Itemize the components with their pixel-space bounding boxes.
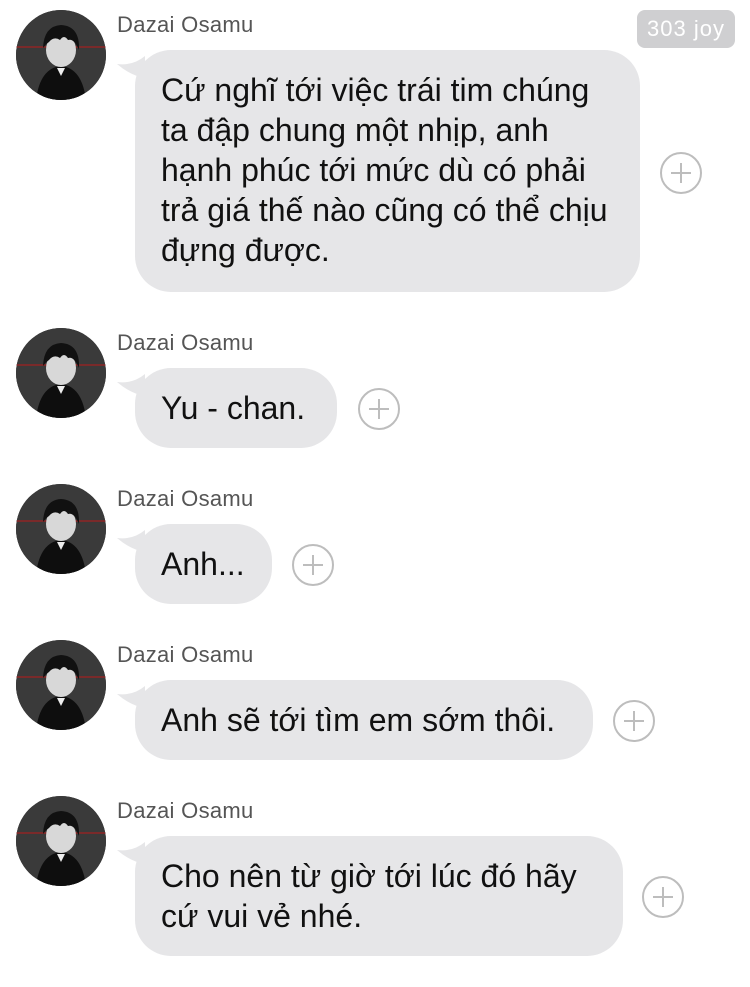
message-text: Anh... [161, 546, 245, 582]
chat-screen: 303 joy Dazai Osamu Cứ nghĩ tới việc trá… [0, 0, 750, 987]
bubble-tail-icon [117, 530, 145, 552]
message-bubble[interactable]: Yu - chan. [117, 368, 337, 448]
add-reaction-button[interactable] [642, 876, 684, 918]
bubble-tail-icon [117, 56, 145, 78]
message-bubble[interactable]: Cho nên từ giờ tới lúc đó hãy cứ vui vẻ … [117, 836, 623, 956]
message-bubble[interactable]: Anh... [117, 524, 272, 604]
sender-name: Dazai Osamu [117, 12, 254, 37]
message-text: Yu - chan. [161, 390, 306, 426]
avatar-icon [16, 796, 106, 886]
message-bubble[interactable]: Anh sẽ tới tìm em sớm thôi. [117, 680, 593, 760]
avatar[interactable] [16, 328, 106, 418]
message-text: Cho nên từ giờ tới lúc đó hãy cứ vui vẻ … [161, 858, 577, 934]
message-text: Cứ nghĩ tới việc trái tim chúng ta đập c… [161, 72, 608, 268]
bubble-tail-icon [117, 842, 145, 864]
count-badge: 303 joy [637, 10, 735, 48]
avatar-icon [16, 640, 106, 730]
avatar-icon [16, 328, 106, 418]
avatar-icon [16, 484, 106, 574]
bubble-tail-icon [117, 686, 145, 708]
message-text: Anh sẽ tới tìm em sớm thôi. [161, 702, 556, 738]
message-bubble[interactable]: Cứ nghĩ tới việc trái tim chúng ta đập c… [117, 50, 640, 292]
bubble-tail-icon [117, 374, 145, 396]
add-reaction-button[interactable] [613, 700, 655, 742]
add-reaction-button[interactable] [358, 388, 400, 430]
add-reaction-button[interactable] [292, 544, 334, 586]
sender-name: Dazai Osamu [117, 486, 254, 511]
avatar-icon [16, 10, 106, 100]
avatar[interactable] [16, 484, 106, 574]
avatar[interactable] [16, 10, 106, 100]
sender-name: Dazai Osamu [117, 798, 254, 823]
sender-name: Dazai Osamu [117, 642, 254, 667]
add-reaction-button[interactable] [660, 152, 702, 194]
sender-name: Dazai Osamu [117, 330, 254, 355]
avatar[interactable] [16, 796, 106, 886]
avatar[interactable] [16, 640, 106, 730]
